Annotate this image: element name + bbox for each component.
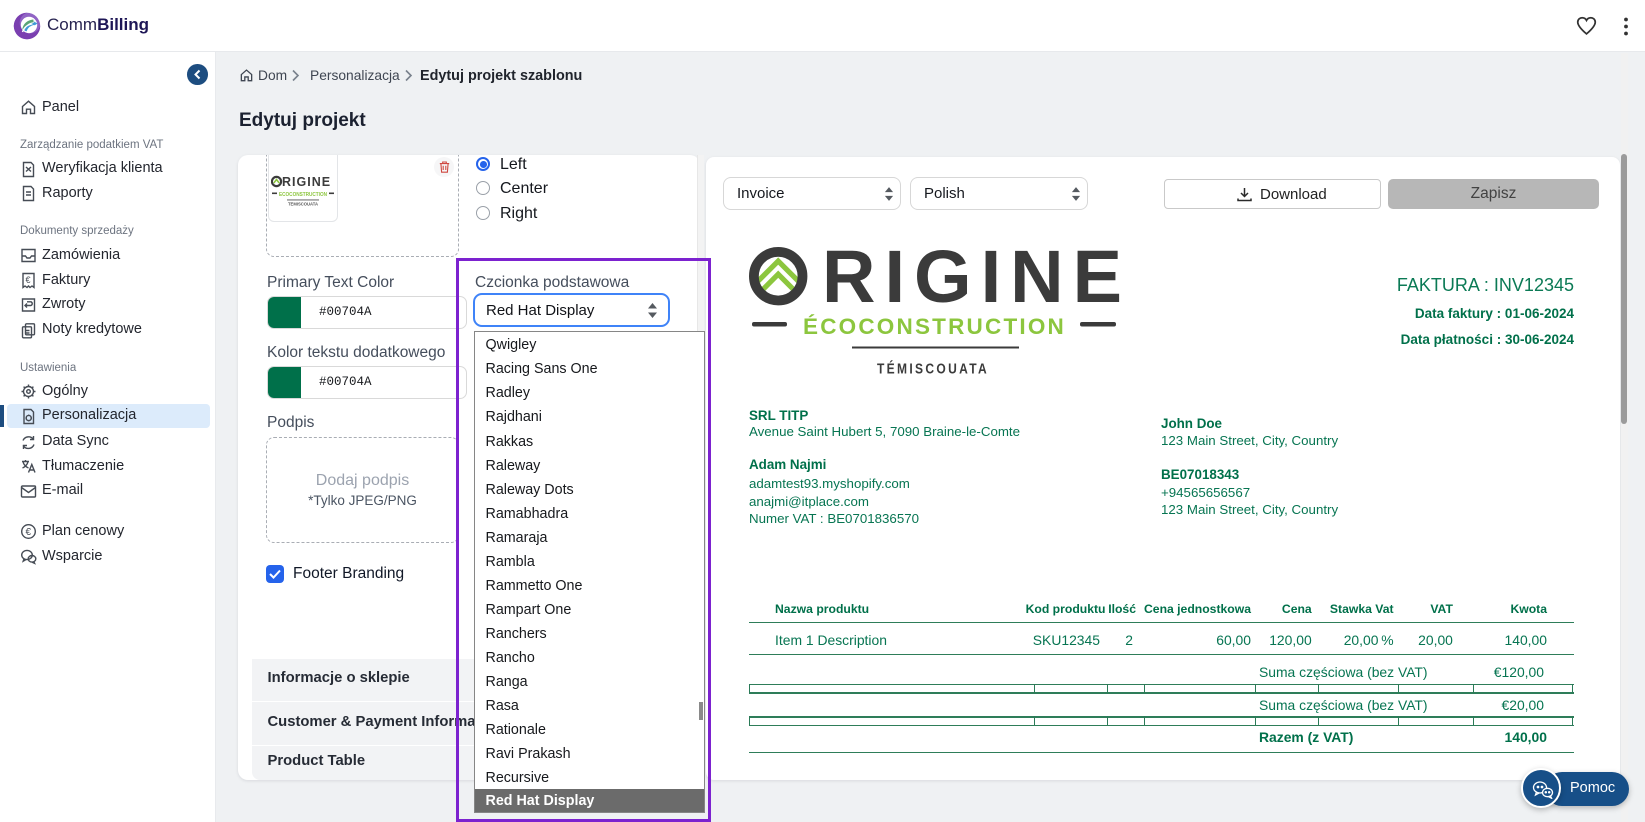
svg-text:TEMISCOUATA: TEMISCOUATA [288, 202, 318, 207]
svg-text:€: € [26, 527, 32, 538]
svg-text:RIGINE: RIGINE [282, 175, 331, 189]
svg-text:€: € [26, 275, 31, 285]
svg-text:ÉCOCONSTRUCTION: ÉCOCONSTRUCTION [803, 314, 1066, 339]
svg-text:RIGINE: RIGINE [822, 245, 1128, 318]
svg-text:ECOCONSTRUCTION: ECOCONSTRUCTION [279, 192, 327, 198]
svg-text:TÉMISCOUATA: TÉMISCOUATA [877, 361, 989, 376]
